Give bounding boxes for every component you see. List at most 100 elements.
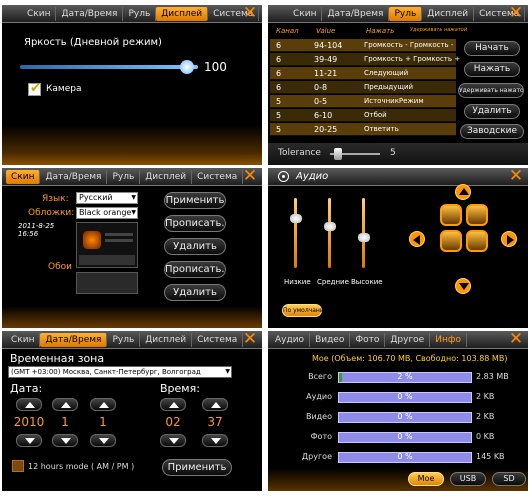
- tab-datetime[interactable]: Дата/Время: [40, 169, 108, 184]
- my-storage-button[interactable]: Мое: [408, 472, 444, 486]
- eq-slider-knob[interactable]: [290, 213, 302, 223]
- apply-skin-button[interactable]: Применить: [164, 192, 226, 209]
- time-label: Время:: [160, 382, 200, 395]
- close-icon[interactable]: ✕: [508, 331, 524, 348]
- seat-rear-left-icon[interactable]: [440, 230, 462, 252]
- row-channel: 6: [276, 41, 282, 50]
- seat-rear-right-icon[interactable]: [466, 230, 488, 252]
- balance-up-icon[interactable]: [455, 184, 471, 200]
- storage-row: Фото 0 % 0 KB: [268, 429, 528, 445]
- tab-skin[interactable]: Скин: [288, 6, 323, 21]
- delete-skin-button[interactable]: Удалить: [164, 238, 226, 255]
- storage-percent: 0 %: [397, 432, 413, 441]
- storage-info-panel: Аудио Видео Фото Другое Инфо ✕ Мое (Объе…: [268, 331, 528, 491]
- preview-time: 16:56: [18, 230, 39, 238]
- hours-mode-checkbox[interactable]: [12, 460, 24, 472]
- tab-display[interactable]: Дисплей: [422, 6, 475, 21]
- close-icon[interactable]: ✕: [242, 5, 258, 22]
- tolerance-slider-knob[interactable]: [334, 148, 342, 160]
- skin-select[interactable]: Black orange ▼: [76, 207, 138, 219]
- close-icon[interactable]: ✕: [242, 168, 258, 185]
- tab-system[interactable]: Система: [192, 332, 244, 347]
- table-row[interactable]: 6 39-49 Громкость + Громкость +: [270, 53, 460, 66]
- seat-front-right-icon[interactable]: [466, 204, 488, 226]
- tab-display[interactable]: Дисплей: [156, 6, 209, 21]
- row-value: 94-104: [314, 41, 343, 50]
- tab-display[interactable]: Дисплей: [140, 332, 193, 347]
- tab-wheel[interactable]: Руль: [123, 6, 157, 21]
- balance-right-icon[interactable]: [501, 231, 517, 247]
- timezone-select[interactable]: (GMT +03:00) Москва, Санкт-Петербург, Во…: [8, 366, 232, 378]
- seat-front-left-icon[interactable]: [440, 204, 462, 226]
- press-button[interactable]: Нажать: [464, 62, 520, 77]
- camera-checkbox[interactable]: ✔: [28, 81, 41, 96]
- day-up-button[interactable]: [90, 398, 116, 411]
- tab-datetime[interactable]: Дата/Время: [56, 6, 124, 21]
- row-channel: 5: [276, 97, 282, 106]
- tab-audio[interactable]: Аудио: [270, 332, 311, 347]
- month-down-button[interactable]: [52, 434, 78, 447]
- start-button[interactable]: Начать: [464, 41, 520, 56]
- tab-wheel[interactable]: Руль: [389, 6, 423, 21]
- year-down-button[interactable]: [16, 434, 42, 447]
- eq-slider-track[interactable]: [294, 198, 297, 268]
- close-icon[interactable]: ✕: [508, 5, 524, 22]
- tab-info[interactable]: Инфо: [430, 332, 468, 347]
- tab-system[interactable]: Система: [192, 169, 244, 184]
- table-row[interactable]: 5 6-10 Отбой: [270, 109, 456, 122]
- table-row[interactable]: 6 94-104 Громкость - Громкость -: [270, 39, 456, 52]
- year-up-button[interactable]: [16, 398, 42, 411]
- usb-button[interactable]: USB: [450, 472, 486, 486]
- skin-settings-panel: Скин Дата/Время Руль Дисплей Система ✕ Я…: [2, 168, 262, 328]
- header-value: Value: [316, 27, 336, 35]
- close-icon[interactable]: ✕: [508, 168, 524, 185]
- tab-skin[interactable]: Скин: [6, 332, 41, 347]
- table-row[interactable]: 6 11-21 Следующий: [270, 67, 456, 80]
- tab-display[interactable]: Дисплей: [140, 169, 193, 184]
- balance-left-icon[interactable]: [409, 231, 425, 247]
- apply-datetime-button[interactable]: Применить: [162, 459, 232, 476]
- row-value: 6-10: [314, 111, 333, 120]
- close-icon[interactable]: ✕: [242, 331, 258, 348]
- datetime-settings-panel: Скин Дата/Время Руль Дисплей Система ✕ В…: [2, 331, 262, 491]
- tab-datetime[interactable]: Дата/Время: [322, 6, 390, 21]
- table-row[interactable]: 5 0-5 ИсточникРежим: [270, 95, 456, 108]
- tab-video[interactable]: Видео: [310, 332, 351, 347]
- brightness-slider-knob[interactable]: [180, 60, 194, 74]
- eq-slider-knob[interactable]: [358, 232, 370, 242]
- register-skin-button[interactable]: Прописать...: [164, 215, 226, 232]
- hour-down-button[interactable]: [160, 434, 186, 447]
- minute-up-button[interactable]: [202, 398, 228, 411]
- storage-percent: 0 %: [397, 412, 413, 421]
- tab-datetime[interactable]: Дата/Время: [40, 332, 108, 347]
- delete-button[interactable]: Удалить: [464, 104, 520, 119]
- balance-down-icon[interactable]: [455, 278, 471, 294]
- hold-button[interactable]: Удерживать нажатой: [458, 83, 524, 98]
- table-row[interactable]: 5 20-25 Ответить: [270, 123, 456, 136]
- audio-icon: [278, 171, 289, 182]
- minute-down-button[interactable]: [202, 434, 228, 447]
- factory-reset-button[interactable]: Заводские: [460, 124, 524, 139]
- delete-wallpaper-button[interactable]: Удалить: [164, 284, 226, 301]
- tab-skin[interactable]: Скин: [6, 169, 41, 184]
- day-down-button[interactable]: [90, 434, 116, 447]
- eq-slider-knob[interactable]: [324, 222, 336, 231]
- eq-slider-track[interactable]: [328, 198, 331, 268]
- tab-photo[interactable]: Фото: [350, 332, 386, 347]
- day-value: 1: [99, 415, 107, 429]
- row-value: 11-21: [314, 69, 338, 78]
- tab-other[interactable]: Другое: [385, 332, 431, 347]
- sd-button[interactable]: SD: [492, 472, 526, 486]
- month-up-button[interactable]: [52, 398, 78, 411]
- tab-wheel[interactable]: Руль: [107, 169, 141, 184]
- brightness-slider-track[interactable]: [20, 65, 198, 69]
- tab-wheel[interactable]: Руль: [107, 332, 141, 347]
- language-select[interactable]: Русский ▼: [76, 192, 138, 204]
- tab-bar: Скин Дата/Время Руль Дисплей Система: [2, 168, 262, 186]
- year-value: 2010: [13, 415, 45, 429]
- hour-up-button[interactable]: [160, 398, 186, 411]
- table-row[interactable]: 6 0-8 Предыдущий: [270, 81, 456, 94]
- register-wallpaper-button[interactable]: Прописать...: [164, 261, 226, 278]
- default-button[interactable]: По умолчанию: [282, 304, 329, 317]
- tab-skin[interactable]: Скин: [22, 6, 57, 21]
